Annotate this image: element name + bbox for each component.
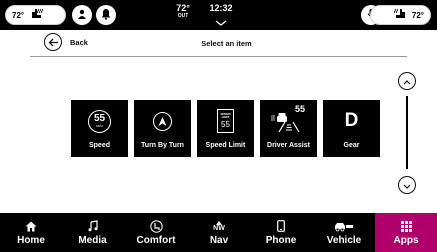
tile-gear[interactable]: D Gear <box>323 100 380 157</box>
tile-speed-limit[interactable]: SPEED LIMIT 55 Speed Limit <box>197 100 254 157</box>
tile-gear-graphic: D <box>323 105 380 137</box>
nav-nav[interactable]: NW Nav <box>189 213 249 252</box>
tile-speed-graphic: 55 MPH <box>71 105 128 137</box>
seat-icon <box>149 219 163 233</box>
chevron-up-icon <box>403 72 411 90</box>
car-icon <box>334 219 354 233</box>
tile-turn-by-turn[interactable]: Turn By Turn <box>134 100 191 157</box>
grid-icon <box>400 219 412 233</box>
seat-heat-icon <box>393 8 407 22</box>
nav-apps[interactable]: Apps <box>375 213 437 252</box>
speedometer-icon: 55 MPH <box>88 109 111 133</box>
nav-label: Apps <box>393 235 419 246</box>
clock-time: 12:32 <box>209 3 233 13</box>
nav-phone[interactable]: Phone <box>249 213 313 252</box>
nav-label: Vehicle <box>326 235 362 246</box>
phone-icon <box>277 219 285 233</box>
nav-label: Comfort <box>136 235 176 246</box>
speed-limit-sign-icon: SPEED LIMIT 55 <box>217 109 234 133</box>
outside-temp-label: OUT <box>177 13 189 19</box>
nav-media[interactable]: Media <box>62 213 123 252</box>
music-note-icon <box>88 219 98 233</box>
bottom-nav: Home Media Comfort NW Nav Phone Vehicle <box>0 213 437 252</box>
speed-value: 55 <box>93 113 106 124</box>
sign-line-2: LIMIT <box>221 115 230 119</box>
driver-temp: 72° <box>12 10 25 20</box>
header-divider <box>30 56 407 57</box>
tile-driver-assist-graphic <box>260 105 317 137</box>
gear-indicator: D <box>344 110 359 131</box>
passenger-temp: 72° <box>411 10 424 20</box>
tile-speed-limit-graphic: SPEED LIMIT 55 <box>197 105 254 137</box>
driver-climate-control[interactable]: 72° <box>5 5 66 25</box>
sign-value: 55 <box>221 120 230 130</box>
tile-turn-by-turn-graphic <box>134 105 191 137</box>
scrollbar[interactable] <box>406 96 408 169</box>
tile-label: Turn By Turn <box>141 142 184 149</box>
main-content: Back Select an item 55 MPH Speed Turn By… <box>0 30 437 213</box>
scroll-up-button[interactable] <box>398 72 416 90</box>
speed-unit: MPH <box>96 124 103 128</box>
tile-label: Gear <box>343 142 360 149</box>
adaptive-cruise-icon <box>269 105 309 138</box>
notifications-button[interactable] <box>96 5 116 25</box>
chevron-down-icon <box>403 176 411 194</box>
passenger-climate-control[interactable]: 72° <box>370 5 431 25</box>
driver-profile-button[interactable] <box>72 5 92 25</box>
heading-label: NW <box>213 224 225 232</box>
bell-icon <box>100 8 112 23</box>
tile-speed[interactable]: 55 MPH Speed <box>71 100 128 157</box>
nav-comfort[interactable]: Comfort <box>123 213 189 252</box>
chevron-down-icon <box>204 13 238 31</box>
page-title: Select an item <box>201 39 252 48</box>
nav-label: Media <box>78 235 107 246</box>
nav-label: Phone <box>265 235 297 246</box>
outside-temp-value: 72° <box>176 3 190 13</box>
item-grid: 55 MPH Speed Turn By Turn SPEED LIMIT 55 <box>71 100 380 157</box>
driver-profile-icon <box>76 8 88 23</box>
tile-label: Speed Limit <box>205 142 246 149</box>
outside-temperature: 72° OUT <box>172 4 194 19</box>
tile-label: Driver Assist <box>267 142 310 149</box>
tile-label: Speed <box>88 142 110 149</box>
nav-label: Nav <box>209 235 229 246</box>
home-icon <box>25 219 37 233</box>
scroll-down-button[interactable] <box>398 176 416 194</box>
compass-icon: NW <box>213 219 225 233</box>
tile-driver-assist[interactable]: 55 Driver Assist <box>260 100 317 157</box>
nav-home[interactable]: Home <box>0 213 62 252</box>
nav-vehicle[interactable]: Vehicle <box>313 213 375 252</box>
nav-label: Home <box>17 235 45 246</box>
seat-heat-icon <box>30 8 44 22</box>
clock-dropdown[interactable]: 12:32 <box>204 3 238 31</box>
status-bar: 72° 72° OUT 12:32 72° <box>0 0 437 30</box>
navigation-arrow-icon <box>153 111 172 131</box>
